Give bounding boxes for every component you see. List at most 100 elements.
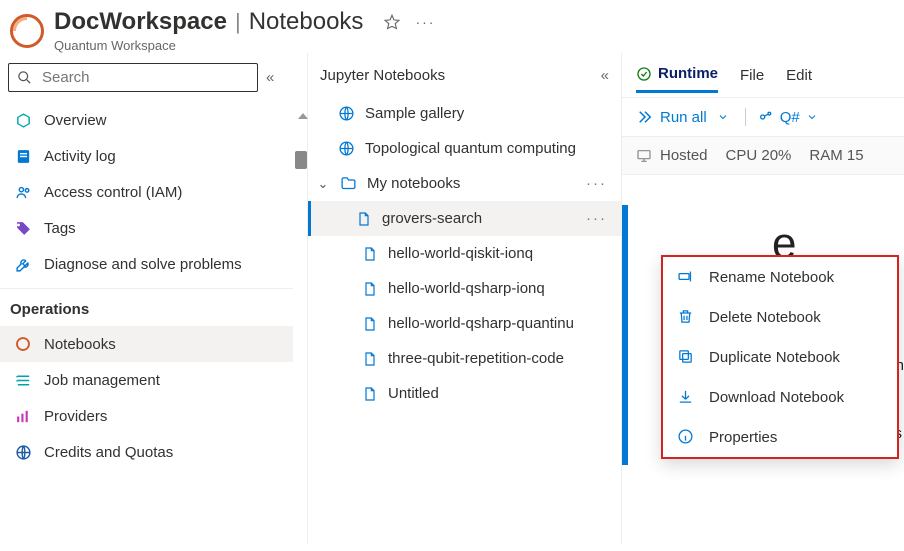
download-icon (677, 388, 695, 406)
notebook-context-menu: Rename Notebook Delete Notebook Duplicat… (661, 255, 899, 459)
rename-icon (677, 268, 695, 286)
language-label: Q# (780, 109, 800, 126)
nav-label: Overview (44, 112, 107, 129)
tree-topological[interactable]: Topological quantum computing (308, 131, 621, 166)
search-icon (17, 70, 32, 85)
tree-file[interactable]: hello-world-qsharp-ionq (308, 271, 621, 306)
tree-label: Sample gallery (365, 105, 464, 122)
run-all-icon (636, 108, 654, 126)
file-icon (362, 246, 378, 262)
tree-file[interactable]: Untitled (308, 376, 621, 411)
file-icon (362, 316, 378, 332)
tag-icon (14, 219, 32, 237)
tree-label: My notebooks (367, 175, 460, 192)
tree-label: three-qubit-repetition-code (388, 350, 564, 367)
nav-notebooks[interactable]: Notebooks (0, 326, 293, 362)
status-cpu: CPU 20% (726, 147, 792, 164)
ctx-label: Rename Notebook (709, 269, 834, 286)
ring-icon (14, 335, 32, 353)
cube-icon (14, 111, 32, 129)
star-icon[interactable] (383, 13, 401, 31)
tree-my-notebooks[interactable]: ⌄ My notebooks ··· (308, 166, 621, 201)
status-ram: RAM 15 (809, 147, 863, 164)
nav-overview[interactable]: Overview (0, 102, 293, 138)
nav-job-management[interactable]: Job management (0, 362, 293, 398)
tree-label: hello-world-qsharp-ionq (388, 280, 545, 297)
file-icon (362, 386, 378, 402)
tab-label: File (740, 67, 764, 84)
collapse-left-icon[interactable]: « (266, 69, 274, 86)
ctx-delete[interactable]: Delete Notebook (663, 297, 897, 337)
chart-icon (14, 407, 32, 425)
run-all-label: Run all (660, 109, 707, 126)
tree-file[interactable]: hello-world-qiskit-ionq (308, 236, 621, 271)
nav-credits-quotas[interactable]: Credits and Quotas (0, 434, 293, 470)
tree-label: Untitled (388, 385, 439, 402)
section-title: Notebooks (249, 8, 364, 36)
tab-edit[interactable]: Edit (786, 67, 812, 92)
mid-heading: Jupyter Notebooks (320, 67, 445, 84)
nav-label: Job management (44, 372, 160, 389)
tree-file-grovers[interactable]: grovers-search ··· (308, 201, 621, 236)
chevron-down-icon: ⌄ (316, 176, 330, 192)
nav-diagnose[interactable]: Diagnose and solve problems (0, 246, 293, 282)
tree-label: Topological quantum computing (365, 140, 576, 157)
nav-providers[interactable]: Providers (0, 398, 293, 434)
nav-label: Access control (IAM) (44, 184, 182, 201)
tab-label: Edit (786, 67, 812, 84)
nav-label: Notebooks (44, 336, 116, 353)
ctx-duplicate[interactable]: Duplicate Notebook (663, 337, 897, 377)
nav-activity-log[interactable]: Activity log (0, 138, 293, 174)
language-selector[interactable]: Q# (758, 109, 818, 126)
more-icon[interactable]: ··· (415, 14, 435, 30)
nav-section-operations: Operations (0, 288, 293, 326)
file-icon (362, 281, 378, 297)
folder-icon (340, 175, 357, 192)
tree-sample-gallery[interactable]: Sample gallery (308, 96, 621, 131)
nav-label: Tags (44, 220, 76, 237)
tree-label: hello-world-qsharp-quantinu (388, 315, 574, 332)
ctx-properties[interactable]: Properties (663, 417, 897, 457)
more-icon[interactable]: ··· (586, 175, 613, 192)
check-circle-icon (636, 66, 652, 82)
wrench-icon (14, 255, 32, 273)
nav-label: Credits and Quotas (44, 444, 173, 461)
tree-file[interactable]: three-qubit-repetition-code (308, 341, 621, 376)
scrollbar-thumb[interactable] (295, 151, 307, 169)
tab-runtime[interactable]: Runtime (636, 65, 718, 93)
tree-file[interactable]: hello-world-qsharp-quantinu (308, 306, 621, 341)
ctx-label: Duplicate Notebook (709, 349, 840, 366)
nav-tags[interactable]: Tags (0, 210, 293, 246)
server-icon (636, 148, 652, 164)
globe-icon (338, 105, 355, 122)
ctx-label: Delete Notebook (709, 309, 821, 326)
dropdown-chevron-icon[interactable] (713, 111, 733, 123)
nav-label: Activity log (44, 148, 116, 165)
trash-icon (677, 308, 695, 326)
nav-label: Providers (44, 408, 107, 425)
globe-icon (14, 443, 32, 461)
log-icon (14, 147, 32, 165)
search-input[interactable] (8, 63, 258, 92)
nav-access-control[interactable]: Access control (IAM) (0, 174, 293, 210)
title-divider: | (235, 9, 241, 35)
file-icon (362, 351, 378, 367)
tab-file[interactable]: File (740, 67, 764, 92)
status-host: Hosted (660, 147, 708, 164)
more-icon[interactable]: ··· (586, 210, 613, 227)
ctx-download[interactable]: Download Notebook (663, 377, 897, 417)
ctx-rename[interactable]: Rename Notebook (663, 257, 897, 297)
info-icon (677, 428, 695, 446)
ctx-label: Download Notebook (709, 389, 844, 406)
people-icon (14, 183, 32, 201)
ctx-label: Properties (709, 429, 777, 446)
tree-label: hello-world-qiskit-ionq (388, 245, 533, 262)
globe-icon (338, 140, 355, 157)
tasks-icon (14, 371, 32, 389)
run-all-button[interactable]: Run all (636, 108, 707, 126)
tab-label: Runtime (658, 65, 718, 82)
connect-icon (758, 109, 774, 125)
logo-icon (10, 14, 44, 48)
collapse-mid-icon[interactable]: « (601, 67, 609, 84)
toolbar-separator (745, 108, 746, 126)
